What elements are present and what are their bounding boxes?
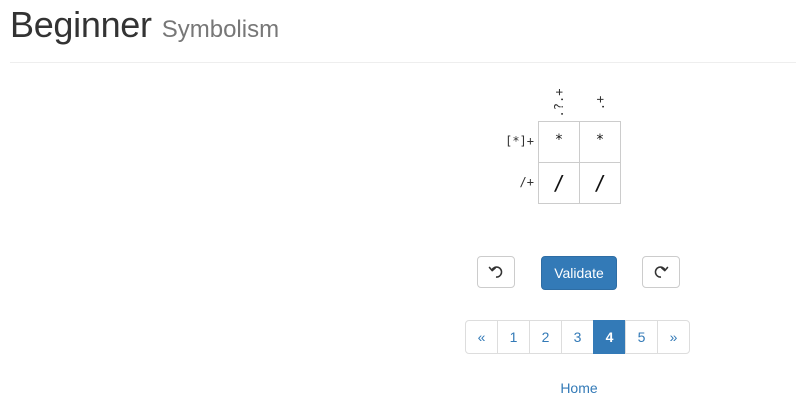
grid-cell-r2-c2[interactable]: /	[579, 162, 621, 204]
page-subtitle: Symbolism	[161, 16, 280, 43]
column-clue-2: .+	[580, 88, 620, 118]
column-clue-1: .?.+	[539, 88, 579, 118]
pagination-page-4[interactable]: 4	[593, 320, 626, 354]
row-clue-1: [*]+	[505, 134, 534, 148]
column-clue-1-text: .?.+	[552, 88, 566, 118]
pagination-next[interactable]: »	[657, 320, 690, 354]
pagination-page-5[interactable]: 5	[625, 320, 658, 354]
page-title: Beginner	[10, 4, 152, 45]
grid-cell-r1-c2[interactable]: *	[579, 121, 621, 163]
pagination-page-1[interactable]: 1	[497, 320, 530, 354]
pagination-prev[interactable]: «	[465, 320, 498, 354]
validate-button[interactable]: Validate	[541, 256, 617, 290]
undo-button[interactable]	[477, 256, 515, 288]
redo-icon	[654, 266, 669, 278]
puzzle-grid: * * / /	[538, 121, 621, 204]
row-clue-2: /+	[519, 175, 534, 189]
grid-cell-r1-c1[interactable]: *	[538, 121, 580, 163]
redo-button[interactable]	[642, 256, 680, 288]
level-pagination: « 1 2 3 4 5 »	[465, 320, 690, 354]
pagination-page-2[interactable]: 2	[529, 320, 562, 354]
grid-cell-r2-c1[interactable]: /	[538, 162, 580, 204]
pagination-page-3[interactable]: 3	[561, 320, 594, 354]
undo-icon	[488, 266, 503, 278]
page-header: Beginner Symbolism	[10, 4, 279, 48]
header-divider	[10, 62, 796, 63]
home-link[interactable]: Home	[540, 380, 618, 396]
column-clue-2-text: .+	[593, 95, 607, 111]
